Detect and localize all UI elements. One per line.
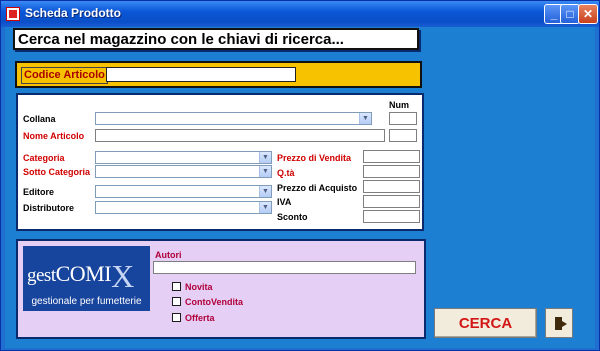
extra-panel: gestCOMIX gestionale per fumetterie Auto…	[16, 239, 426, 339]
gestcomix-logo: gestCOMIX gestionale per fumetterie	[23, 246, 150, 311]
search-header: Cerca nel magazzino con le chiavi di ric…	[18, 31, 344, 48]
cerca-button[interactable]: CERCA	[434, 308, 537, 338]
autori-label: Autori	[155, 250, 182, 260]
prezzo-vendita-label: Prezzo di Vendita	[277, 153, 352, 163]
iva-input[interactable]	[363, 195, 420, 208]
chevron-down-icon[interactable]: ▼	[259, 166, 271, 177]
search-header-box: Cerca nel magazzino con le chiavi di ric…	[13, 28, 419, 50]
qta-label: Q.tà	[277, 168, 295, 178]
sconto-label: Sconto	[277, 212, 308, 222]
title-bar[interactable]: Scheda Prodotto _ □ ✕	[1, 1, 599, 27]
novita-checkbox[interactable]	[172, 282, 181, 291]
code-input[interactable]	[106, 67, 296, 82]
maximize-button[interactable]: □	[560, 4, 580, 24]
iva-label: IVA	[277, 197, 292, 207]
logo-wordmark: gestCOMIX	[27, 252, 134, 294]
chevron-down-icon[interactable]: ▼	[259, 152, 271, 163]
sconto-input[interactable]	[363, 210, 420, 223]
contovendita-label: ContoVendita	[185, 297, 243, 307]
categoria-label: Categoria	[23, 153, 65, 163]
offerta-checkbox[interactable]	[172, 313, 181, 322]
categoria-combo[interactable]: ▼	[95, 151, 272, 164]
sotto-categoria-label: Sotto Categoria	[23, 167, 91, 177]
sotto-categoria-combo[interactable]: ▼	[95, 165, 272, 178]
close-button[interactable]: ✕	[578, 4, 598, 24]
offerta-label: Offerta	[185, 313, 215, 323]
collana-label: Collana	[23, 114, 56, 124]
chevron-down-icon[interactable]: ▼	[359, 113, 371, 124]
logo-word-x: X	[111, 258, 134, 294]
prezzo-vendita-input[interactable]	[363, 150, 420, 163]
chevron-down-icon[interactable]: ▼	[259, 202, 271, 213]
chevron-down-icon[interactable]: ▼	[259, 186, 271, 197]
prezzo-acquisto-input[interactable]	[363, 180, 420, 193]
collana-combo[interactable]: ▼	[95, 112, 372, 125]
nome-articolo-label: Nome Articolo	[23, 131, 85, 141]
contovendita-checkbox[interactable]	[172, 297, 181, 306]
exit-button[interactable]	[545, 308, 573, 338]
exit-door-icon	[555, 317, 567, 330]
code-label: Codice Articolo	[21, 67, 108, 84]
logo-word-gest: gest	[27, 265, 56, 286]
app-icon	[6, 7, 20, 21]
novita-label: Novita	[185, 282, 213, 292]
distributore-combo[interactable]: ▼	[95, 201, 272, 214]
logo-word-comi: COMI	[55, 261, 112, 286]
distributore-label: Distributore	[23, 203, 75, 213]
num-input-1[interactable]	[389, 112, 417, 125]
prezzo-acquisto-label: Prezzo di Acquisto	[277, 183, 358, 193]
logo-subtitle: gestionale per fumetterie	[31, 296, 142, 307]
product-form-panel: Num Collana ▼ Nome Articolo Categoria ▼ …	[16, 93, 424, 231]
code-panel: Codice Articolo	[15, 61, 422, 88]
qta-input[interactable]	[363, 165, 420, 178]
editore-combo[interactable]: ▼	[95, 185, 272, 198]
window-title: Scheda Prodotto	[25, 6, 122, 20]
nome-articolo-input[interactable]	[95, 129, 385, 142]
num-label: Num	[389, 100, 409, 110]
autori-input[interactable]	[153, 261, 416, 274]
editore-label: Editore	[23, 187, 55, 197]
num-input-2[interactable]	[389, 129, 417, 142]
